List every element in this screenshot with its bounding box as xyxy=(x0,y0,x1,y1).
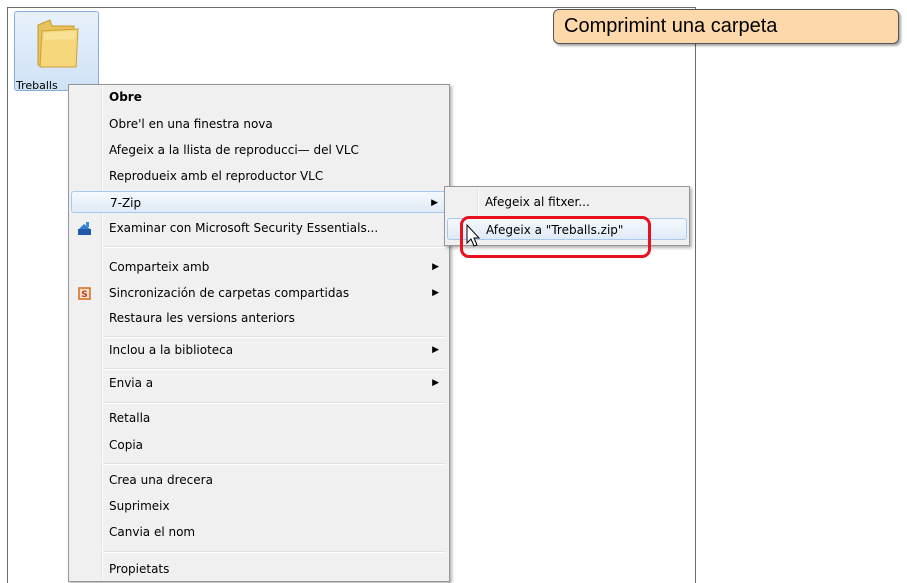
menu-separator xyxy=(103,402,445,404)
menu-item-label: Examinar con Microsoft Security Essentia… xyxy=(109,221,379,235)
menu-item-label: Obre xyxy=(109,90,142,104)
menu-item-obre[interactable]: Obre xyxy=(71,86,447,108)
submenu-arrow-icon: ▶ xyxy=(432,262,439,272)
menu-item-label: 7-Zip xyxy=(110,196,142,210)
menu-item-examinar-mse[interactable]: Examinar con Microsoft Security Essentia… xyxy=(71,217,447,239)
submenu-arrow-icon: ▶ xyxy=(432,345,439,355)
menu-separator xyxy=(103,551,445,553)
menu-separator xyxy=(103,246,445,248)
menu-item-label: Afegeix a la llista de reproducci— del V… xyxy=(109,143,359,157)
menu-item-crea-drecera[interactable]: Crea una drecera xyxy=(71,469,447,491)
menu-item-canvia-nom[interactable]: Canvia el nom xyxy=(71,521,447,543)
menu-item-reprodueix-vlc[interactable]: Reprodueix amb el reproductor VLC xyxy=(71,165,447,187)
menu-item-restaura[interactable]: Restaura les versions anteriors xyxy=(71,307,447,329)
menu-item-label: Crea una drecera xyxy=(109,473,213,487)
security-essentials-icon xyxy=(78,222,91,235)
menu-item-label: Retalla xyxy=(109,411,151,425)
folder-label: Treballs xyxy=(16,79,58,92)
menu-separator xyxy=(103,368,445,370)
svg-text:S: S xyxy=(81,290,87,300)
menu-item-afegeix-fitxer[interactable]: Afegeix al fitxer... xyxy=(447,191,687,213)
menu-item-label: Inclou a la biblioteca xyxy=(109,343,234,357)
menu-item-label: Canvia el nom xyxy=(109,525,196,539)
menu-item-label: Suprimeix xyxy=(109,499,170,513)
menu-item-envia[interactable]: Envia a ▶ xyxy=(71,372,447,394)
submenu-arrow-icon: ▶ xyxy=(432,378,439,388)
menu-item-propietats[interactable]: Propietats xyxy=(71,558,447,580)
menu-item-comparteix[interactable]: Comparteix amb ▶ xyxy=(71,256,447,278)
highlight-ring xyxy=(460,216,651,258)
submenu-arrow-icon: ▶ xyxy=(431,198,438,208)
folder-icon xyxy=(37,19,79,68)
menu-item-obre-nova[interactable]: Obre'l en una finestra nova xyxy=(71,113,447,135)
menu-item-retalla[interactable]: Retalla xyxy=(71,407,447,429)
menu-item-copia[interactable]: Copia xyxy=(71,434,447,456)
title-banner: Comprimint una carpeta xyxy=(553,9,899,44)
menu-item-7zip[interactable]: 7-Zip ▶ xyxy=(71,191,447,213)
menu-item-inclou[interactable]: Inclou a la biblioteca ▶ xyxy=(71,339,447,361)
menu-item-label: Restaura les versions anteriors xyxy=(109,311,295,325)
menu-item-sincronizacion[interactable]: S Sincronización de carpetas compartidas… xyxy=(71,282,447,304)
context-menu: Obre Obre'l en una finestra nova Afegeix… xyxy=(68,84,450,582)
menu-item-label: Reprodueix amb el reproductor VLC xyxy=(109,169,324,183)
menu-item-label: Sincronización de carpetas compartidas xyxy=(109,286,350,300)
menu-item-label: Copia xyxy=(109,438,144,452)
menu-item-label: Propietats xyxy=(109,562,170,576)
menu-item-label: Afegeix al fitxer... xyxy=(485,195,590,209)
menu-item-label: Envia a xyxy=(109,376,154,390)
menu-separator xyxy=(103,336,445,338)
menu-item-suprimeix[interactable]: Suprimeix xyxy=(71,495,447,517)
menu-item-label: Comparteix amb xyxy=(109,260,210,274)
menu-item-afegeix-vlc[interactable]: Afegeix a la llista de reproducci— del V… xyxy=(71,139,447,161)
menu-separator xyxy=(103,463,445,465)
sync-icon: S xyxy=(78,287,91,300)
mouse-cursor-icon xyxy=(466,224,481,247)
menu-item-label: Obre'l en una finestra nova xyxy=(109,117,273,131)
submenu-arrow-icon: ▶ xyxy=(432,288,439,298)
